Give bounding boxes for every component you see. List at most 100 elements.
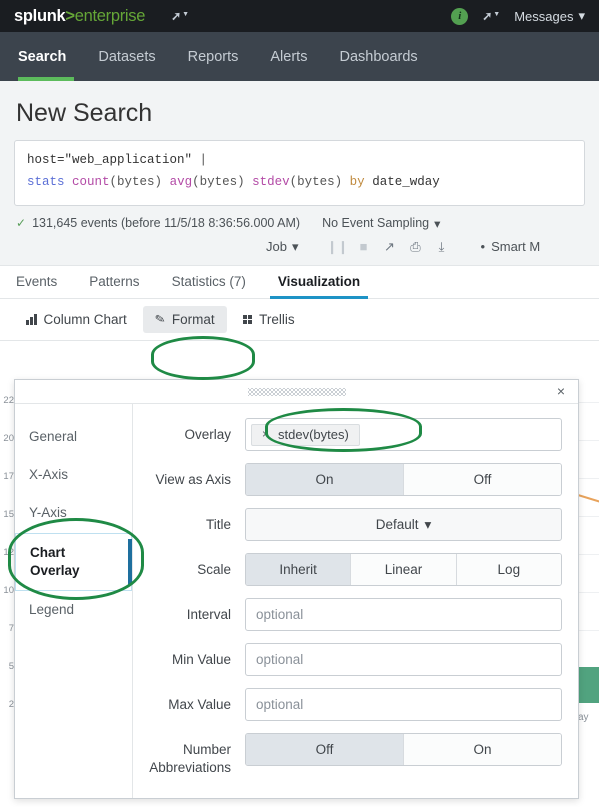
title-dropdown[interactable]: Default ▾	[245, 508, 562, 541]
tab-label-patterns: Patterns	[89, 274, 140, 290]
nav-label-search: Search	[18, 48, 67, 65]
number-abbreviations-option-on[interactable]: On	[404, 734, 561, 765]
nav-item-reports[interactable]: Reports	[172, 32, 255, 81]
event-sampling-label: No Event Sampling	[322, 216, 430, 231]
interval-input[interactable]	[245, 598, 562, 631]
search-mode-selector[interactable]: • Smart M	[481, 239, 541, 254]
chart-column-bar	[578, 667, 599, 703]
tab-visualization[interactable]: Visualization	[262, 266, 376, 299]
splunk-logo[interactable]: splunk>enterprise	[14, 7, 145, 26]
field-row-number-abbreviations: Number Abbreviations Off On	[139, 733, 562, 776]
y-tick-3: 15	[3, 510, 14, 520]
overlay-token-box[interactable]: × stdev(bytes)	[245, 418, 562, 451]
sidebar-item-legend[interactable]: Legend	[15, 591, 132, 629]
job-menu-button[interactable]: Job ▾	[266, 239, 299, 255]
tab-label-statistics: Statistics (7)	[171, 274, 246, 290]
remove-token-icon[interactable]: ×	[262, 427, 269, 441]
nav-label-dashboards: Dashboards	[339, 48, 418, 65]
query-keyword-by: by	[349, 174, 365, 189]
share-icon[interactable]: ↗	[377, 239, 403, 255]
number-abbreviations-option-off[interactable]: Off	[246, 734, 404, 765]
close-icon[interactable]: ×	[552, 382, 570, 400]
sidebar-item-chart-overlay[interactable]: Chart Overlay	[15, 532, 132, 592]
chevron-down-icon: ▾	[578, 8, 585, 23]
nav-item-search[interactable]: Search	[14, 32, 82, 81]
tab-label-events: Events	[16, 274, 58, 290]
dialog-header[interactable]: ×	[15, 380, 578, 404]
overlay-token-field[interactable]: × stdev(bytes)	[245, 418, 562, 451]
y-tick-6: 7	[8, 624, 14, 634]
chart-type-button[interactable]: Column Chart	[14, 306, 139, 333]
nav-item-dashboards[interactable]: Dashboards	[323, 32, 433, 81]
title-dropdown-value: Default	[375, 517, 419, 532]
query-pipe-1: |	[199, 153, 208, 167]
query-command-stats: stats	[27, 174, 65, 189]
query-line-2: stats count(bytes) avg(bytes) stdev(byte…	[27, 172, 572, 194]
top-header-bar: splunk>enterprise ➚ ▼ i ➚ ▼ Messages ▾	[0, 0, 599, 32]
sidebar-label-x-axis: X-Axis	[29, 467, 69, 483]
sidebar-item-general[interactable]: General	[15, 418, 132, 456]
pause-icon[interactable]: ❙❙	[325, 239, 351, 255]
drag-handle-icon[interactable]	[247, 387, 346, 396]
field-row-title: Title Default ▾	[139, 508, 562, 541]
format-label: Format	[171, 311, 215, 327]
print-icon[interactable]: ⎙	[403, 239, 429, 255]
sidebar-item-y-axis[interactable]: Y-Axis	[15, 494, 132, 532]
info-icon[interactable]: i	[451, 7, 469, 25]
label-title: Title	[205, 517, 231, 532]
chart-x-axis-label: ay	[578, 712, 589, 723]
results-tabs: Events Patterns Statistics (7) Visualiza…	[0, 264, 599, 299]
query-func-stdev: stdev	[252, 174, 290, 189]
tab-patterns[interactable]: Patterns	[73, 266, 155, 298]
sidebar-label-legend: Legend	[29, 602, 75, 618]
scale-option-linear[interactable]: Linear	[351, 554, 457, 585]
title-control: Default ▾	[245, 508, 562, 541]
nav-item-datasets[interactable]: Datasets	[82, 32, 171, 81]
export-download-icon[interactable]: ⤓	[429, 239, 455, 255]
app-selector-arrow-dropdown-icon[interactable]: ➚ ▼	[171, 10, 189, 22]
scale-option-log[interactable]: Log	[456, 554, 561, 585]
format-button[interactable]: ✎ Format	[142, 305, 227, 333]
search-mode-label: Smart M	[491, 239, 541, 255]
tab-statistics[interactable]: Statistics (7)	[156, 266, 262, 298]
view-as-axis-option-on[interactable]: On	[246, 464, 404, 495]
overlay-token[interactable]: × stdev(bytes)	[251, 423, 360, 446]
sidebar-item-x-axis[interactable]: X-Axis	[15, 456, 132, 494]
nav-label-datasets: Datasets	[98, 48, 156, 65]
nav-item-alerts[interactable]: Alerts	[254, 32, 323, 81]
logo-splunk-text: splunk	[14, 6, 66, 25]
y-tick-2: 17	[3, 472, 14, 482]
dialog-body: General X-Axis Y-Axis Chart Overlay Lege…	[15, 404, 578, 798]
tab-label-visualization: Visualization	[277, 274, 361, 290]
event-sampling-dropdown[interactable]: No Event Sampling ▾	[322, 216, 440, 231]
label-overlay: Overlay	[184, 427, 231, 442]
view-as-axis-option-off[interactable]: Off	[404, 464, 561, 495]
events-summary-row: ✓ 131,645 events (before 11/5/18 8:36:56…	[14, 206, 585, 235]
scale-option-inherit[interactable]: Inherit	[246, 554, 352, 585]
stop-icon[interactable]: ■	[351, 239, 377, 254]
settings-arrow-dropdown-icon[interactable]: ➚ ▼	[482, 10, 500, 22]
query-field-date-wday: date_wday	[372, 174, 440, 189]
tab-events[interactable]: Events	[14, 266, 73, 298]
search-query-input[interactable]: host="web_application" | stats count(byt…	[14, 140, 585, 206]
messages-menu[interactable]: Messages ▾	[514, 8, 585, 24]
grid-icon	[242, 314, 253, 324]
query-arg-stdev: (bytes)	[289, 174, 343, 189]
field-row-scale: Scale Inherit Linear Log	[139, 553, 562, 586]
field-row-overlay: Overlay × stdev(bytes)	[139, 418, 562, 451]
lightbulb-icon: •	[480, 239, 486, 255]
max-value-input[interactable]	[245, 688, 562, 721]
nav-label-alerts: Alerts	[270, 48, 308, 65]
y-tick-5: 10	[3, 586, 14, 596]
y-tick-1: 20	[3, 434, 14, 444]
chart-y-axis-labels: 22 20 17 15 12 10 7 5 2	[0, 396, 14, 738]
y-tick-0: 22	[3, 396, 14, 406]
label-interval: Interval	[186, 607, 231, 622]
min-value-input[interactable]	[245, 643, 562, 676]
chevron-down-icon-title: ▾	[424, 516, 432, 532]
trellis-button[interactable]: Trellis	[231, 306, 307, 333]
chevron-down-icon-sampling: ▾	[434, 216, 441, 231]
y-tick-4: 12	[3, 548, 14, 558]
scale-segmented: Inherit Linear Log	[245, 553, 562, 586]
annotation-oval-format-button	[151, 336, 255, 380]
